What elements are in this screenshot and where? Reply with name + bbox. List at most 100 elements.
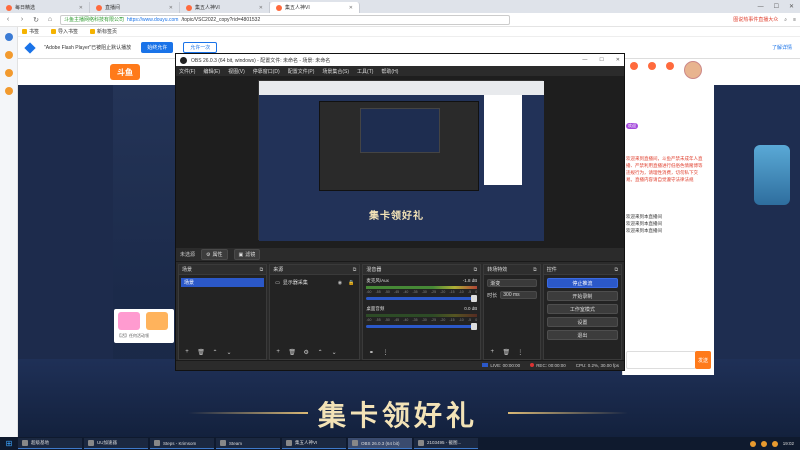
tab-close-icon[interactable]: ✕	[349, 5, 353, 11]
taskbar-item[interactable]: 超级基地	[18, 438, 82, 449]
minimize-icon[interactable]: —	[582, 57, 587, 63]
lock-icon[interactable]: 🔒	[348, 280, 354, 286]
flash-details-link[interactable]: 了解详情	[772, 44, 792, 51]
mascot-image[interactable]	[754, 145, 790, 205]
more-icon[interactable]: ⋮	[516, 349, 524, 356]
add-icon[interactable]: +	[183, 349, 191, 355]
volume-slider[interactable]	[366, 323, 478, 330]
bookmark-item[interactable]: 书签	[22, 28, 39, 35]
undock-icon[interactable]: ⧉	[260, 267, 264, 273]
more-icon[interactable]: ⋮	[381, 349, 389, 356]
undock-icon[interactable]: ⧉	[533, 267, 537, 273]
rec-icon	[530, 363, 535, 367]
menu-view[interactable]: 视图(V)	[228, 68, 245, 75]
app-icon[interactable]	[4, 87, 13, 95]
undock-icon[interactable]: ⧉	[614, 267, 618, 273]
home-icon[interactable]: ⌂	[46, 16, 54, 23]
browser-tab[interactable]: 直播间 ✕	[90, 2, 180, 13]
taskbar-item[interactable]: 集五人神VI	[282, 438, 346, 449]
windows-start-icon[interactable]: ⊞	[2, 438, 16, 449]
close-icon[interactable]: ✕	[616, 57, 620, 63]
link-icon[interactable]: ⚭	[367, 349, 375, 356]
stop-streaming-button[interactable]: 停止推流	[546, 278, 619, 288]
menu-help[interactable]: 帮助(H)	[381, 68, 398, 75]
settings-button[interactable]: 设置	[546, 317, 619, 327]
source-item[interactable]: ▭ 显示器采集 ◉ 🔒	[272, 278, 357, 287]
search-icon[interactable]: ⌕	[784, 17, 787, 23]
taskbar-item[interactable]: UU加速器	[84, 438, 148, 449]
refresh-icon[interactable]: ↻	[32, 16, 40, 24]
gift-card[interactable]: 【活】任何活动领	[114, 309, 174, 343]
star-icon[interactable]	[4, 33, 13, 41]
flash-allow-button[interactable]: 始终允许	[141, 42, 174, 53]
forward-icon[interactable]: ›	[18, 16, 26, 23]
taskbar-item[interactable]: 2103495 - 截图...	[414, 438, 478, 449]
maximize-icon[interactable]: ☐	[599, 57, 603, 63]
menu-file[interactable]: 文件(F)	[179, 68, 195, 75]
history-icon[interactable]	[630, 62, 638, 70]
tab-close-icon[interactable]: ✕	[259, 5, 263, 11]
menu-tools[interactable]: 工具(T)	[357, 68, 373, 75]
obs-preview[interactable]: 集卡领好礼	[176, 76, 624, 248]
browser-tab[interactable]: 每日精选 ✕	[0, 2, 90, 13]
undock-icon[interactable]: ⧉	[474, 267, 478, 273]
filters-button[interactable]: ▣ 滤镜	[233, 249, 261, 260]
minimize-icon[interactable]: —	[758, 4, 764, 10]
tray-icon[interactable]	[749, 440, 756, 447]
tray-icon[interactable]	[771, 440, 778, 447]
undock-icon[interactable]: ⧉	[353, 267, 357, 273]
add-icon[interactable]: +	[488, 349, 496, 355]
tab-close-icon[interactable]: ✕	[169, 5, 173, 11]
menu-icon[interactable]: ≡	[793, 17, 796, 23]
taskbar-item[interactable]: Steps - Krimsom	[150, 438, 214, 449]
scene-item[interactable]: 场景	[181, 278, 265, 287]
maximize-icon[interactable]: ☐	[774, 3, 779, 10]
message-icon[interactable]	[666, 62, 674, 70]
properties-button[interactable]: ⚙ 属性	[201, 249, 228, 260]
taskbar-item[interactable]: Steam	[216, 438, 280, 449]
close-icon[interactable]: ✕	[789, 3, 794, 10]
start-recording-button[interactable]: 开始录制	[546, 291, 619, 301]
browser-tab-active[interactable]: 集五人神VI ✕	[270, 2, 360, 13]
move-up-icon[interactable]: ⌃	[211, 349, 219, 356]
menu-docks[interactable]: 停靠窗口(D)	[253, 68, 280, 75]
taskbar-label: 超级基地	[31, 440, 49, 445]
bookmark-item[interactable]: 新标签页	[90, 28, 117, 35]
duration-field[interactable]: 300 ms	[500, 291, 537, 299]
douyu-logo[interactable]: 斗鱼	[110, 64, 140, 80]
avatar[interactable]	[684, 61, 702, 79]
app-icon[interactable]	[4, 69, 13, 77]
remove-icon[interactable]: 🗑	[288, 349, 296, 356]
menu-profile[interactable]: 配置文件(P)	[288, 68, 315, 75]
clock[interactable]: 19:02	[783, 441, 794, 446]
move-up-icon[interactable]: ⌃	[316, 349, 324, 356]
tab-close-icon[interactable]: ✕	[79, 5, 83, 11]
remove-icon[interactable]: 🗑	[502, 349, 510, 356]
add-icon[interactable]: +	[274, 349, 282, 355]
download-icon[interactable]	[648, 62, 656, 70]
slider-knob[interactable]	[471, 323, 478, 330]
chat-input[interactable]	[626, 351, 696, 369]
slider-knob[interactable]	[471, 295, 478, 302]
eye-icon[interactable]: ◉	[338, 280, 342, 286]
tray-icon[interactable]	[760, 440, 767, 447]
url-field[interactable]: 斗鱼主播网络科技有限公司 https://www.douyu.com /topi…	[60, 14, 510, 25]
browser-tab[interactable]: 集五人神VI ✕	[180, 2, 270, 13]
gear-icon[interactable]: ⚙	[302, 349, 310, 356]
hot-search[interactable]: 图说热事件直播大众	[733, 16, 778, 23]
app-icon[interactable]	[4, 51, 13, 59]
volume-slider[interactable]	[366, 295, 478, 302]
flash-once-button[interactable]: 允许一次	[183, 42, 218, 53]
exit-button[interactable]: 退出	[546, 330, 619, 340]
remove-icon[interactable]: 🗑	[197, 349, 205, 356]
move-down-icon[interactable]: ⌄	[225, 349, 233, 356]
taskbar-item-active[interactable]: OBS 26.0.3 (64 bit)	[348, 438, 412, 449]
studio-mode-button[interactable]: 工作室模式	[546, 304, 619, 314]
bookmark-item[interactable]: 导入书签	[51, 28, 78, 35]
back-icon[interactable]: ‹	[4, 16, 12, 23]
chat-send-button[interactable]: 发送	[695, 351, 711, 369]
menu-scene-collection[interactable]: 场景集合(S)	[322, 68, 349, 75]
move-down-icon[interactable]: ⌄	[330, 349, 338, 356]
menu-edit[interactable]: 编辑(E)	[203, 68, 220, 75]
transition-select[interactable]: 渐变	[487, 279, 537, 287]
